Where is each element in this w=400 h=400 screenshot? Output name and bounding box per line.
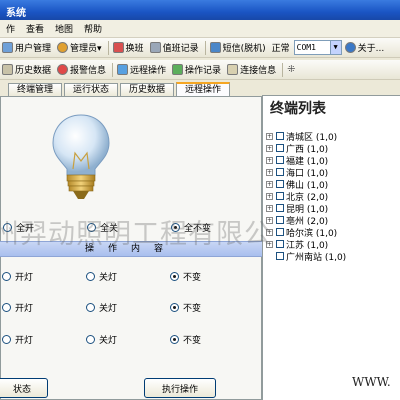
url-text: WWW. [352, 375, 391, 389]
status-button[interactable]: 状态 [0, 378, 48, 398]
radio-indicator [170, 335, 179, 344]
link-icon [227, 64, 239, 75]
radio-indicator [170, 303, 179, 312]
main-toolbar: 用户管理 管理员▾ 换班 值班记录 短信(脱机) 正常 COM1 ▼ 关于... [0, 38, 400, 58]
menu-bar: 作 查看 地图 帮助 [0, 20, 400, 38]
item-checkbox[interactable] [276, 132, 284, 140]
remote-operation-button[interactable]: 远程操作 [117, 63, 166, 76]
toolbar-separator [204, 40, 206, 55]
toolbar-separator [282, 62, 284, 77]
tab-history-data[interactable]: 历史数据 [120, 83, 175, 96]
light-on-radio[interactable]: 开灯 [2, 301, 33, 314]
window-title: 系统 [6, 8, 26, 19]
tab-run-status[interactable]: 运行状态 [64, 83, 119, 96]
tab-terminal-manage[interactable]: 终端管理 [8, 83, 63, 96]
sms-button[interactable]: 短信(脱机) [209, 41, 266, 54]
record-icon [172, 64, 184, 75]
tree-item[interactable]: + 佛山 (1,0) [266, 178, 400, 191]
operation-row: 开灯 关灯 不变 [0, 331, 262, 347]
admin-menu-button[interactable]: 管理员▾ [57, 41, 102, 54]
connection-info-button[interactable]: 连接信息 [227, 63, 276, 76]
menu-view[interactable]: 查看 [26, 22, 44, 35]
tree-item[interactable]: + 广西 (1,0) [266, 142, 400, 155]
grid-icon: ⁜ [287, 64, 296, 75]
tree-item[interactable]: + 清城区 (1,0) [266, 130, 400, 143]
chevron-down-icon[interactable]: ▼ [329, 41, 341, 54]
unchanged-radio[interactable]: 不变 [170, 301, 201, 314]
radio-indicator [86, 303, 95, 312]
tree-item[interactable]: + 福建 (1,0) [266, 154, 400, 167]
item-checkbox[interactable] [276, 156, 284, 164]
item-checkbox[interactable] [276, 252, 284, 260]
title-bar: 系统 [0, 0, 400, 20]
expand-icon[interactable]: + [266, 180, 273, 188]
light-off-radio[interactable]: 关灯 [86, 270, 117, 283]
connection-status: 正常 [271, 44, 290, 54]
expand-icon[interactable]: + [266, 192, 273, 200]
log-icon [149, 42, 161, 53]
tab-bar: 终端管理 运行状态 历史数据 远程操作 [0, 82, 262, 96]
terminal-list-title: 终端列表 [270, 101, 326, 117]
unchanged-radio[interactable]: 不变 [170, 333, 201, 346]
operation-row: 开灯 关灯 不变 [0, 299, 262, 315]
radio-indicator [86, 335, 95, 344]
tree-item[interactable]: + 海口 (1,0) [266, 166, 400, 179]
extra-tool-button[interactable]: ⁜ [287, 64, 295, 75]
menu-operate[interactable]: 作 [6, 22, 15, 35]
tree-item[interactable]: + 北京 (2,0) [266, 190, 400, 203]
expand-icon[interactable]: + [266, 156, 273, 164]
radio-indicator [170, 272, 179, 281]
radio-indicator [2, 303, 11, 312]
radio-indicator [2, 272, 11, 281]
info-icon [344, 42, 356, 53]
item-checkbox[interactable] [276, 168, 284, 176]
user-manage-button[interactable]: 用户管理 [2, 41, 51, 54]
toolbar-separator [107, 40, 109, 55]
item-checkbox[interactable] [276, 144, 284, 152]
toolbar-separator [112, 62, 114, 77]
duty-log-button[interactable]: 值班记录 [149, 41, 199, 54]
menu-map[interactable]: 地图 [55, 22, 73, 35]
shift-change-button[interactable]: 换班 [112, 41, 144, 54]
watermark-text: 州羿动照明工程有限公 [0, 219, 272, 250]
expand-icon[interactable]: + [266, 132, 273, 140]
light-on-radio[interactable]: 开灯 [2, 270, 33, 283]
alarm-icon [57, 64, 69, 75]
remote-icon [117, 64, 129, 75]
users-icon [2, 42, 13, 53]
right-panel-strip [262, 82, 400, 96]
light-bulb-icon [52, 114, 110, 199]
expand-icon[interactable]: + [266, 168, 273, 176]
about-button[interactable]: 关于... [344, 41, 384, 54]
history-icon [2, 64, 13, 75]
unchanged-radio[interactable]: 不变 [170, 270, 201, 283]
menu-help[interactable]: 帮助 [84, 22, 102, 35]
operation-record-button[interactable]: 操作记录 [172, 63, 221, 76]
secondary-toolbar: 历史数据 报警信息 远程操作 操作记录 连接信息 ⁜ [0, 60, 400, 80]
item-checkbox[interactable] [276, 192, 284, 200]
com-port-select[interactable]: COM1 ▼ [293, 40, 342, 55]
light-off-radio[interactable]: 关灯 [86, 301, 117, 314]
item-checkbox[interactable] [276, 204, 284, 212]
light-off-radio[interactable]: 关灯 [86, 333, 117, 346]
swap-icon [112, 42, 124, 53]
admin-icon [57, 42, 69, 53]
light-on-radio[interactable]: 开灯 [2, 333, 33, 346]
item-checkbox[interactable] [276, 180, 284, 188]
radio-indicator [86, 272, 95, 281]
tree-item[interactable]: + 广州南站 (1,0) [266, 250, 400, 263]
history-data-button[interactable]: 历史数据 [2, 63, 51, 76]
sms-icon [209, 42, 221, 53]
tab-remote-operation[interactable]: 远程操作 [176, 82, 231, 96]
radio-indicator [2, 335, 11, 344]
alarm-info-button[interactable]: 报警信息 [57, 63, 106, 76]
expand-icon[interactable]: + [266, 204, 273, 212]
execute-operation-button[interactable]: 执行操作 [144, 378, 216, 398]
expand-icon[interactable]: + [266, 144, 273, 152]
operation-row: 开灯 关灯 不变 [0, 268, 262, 284]
